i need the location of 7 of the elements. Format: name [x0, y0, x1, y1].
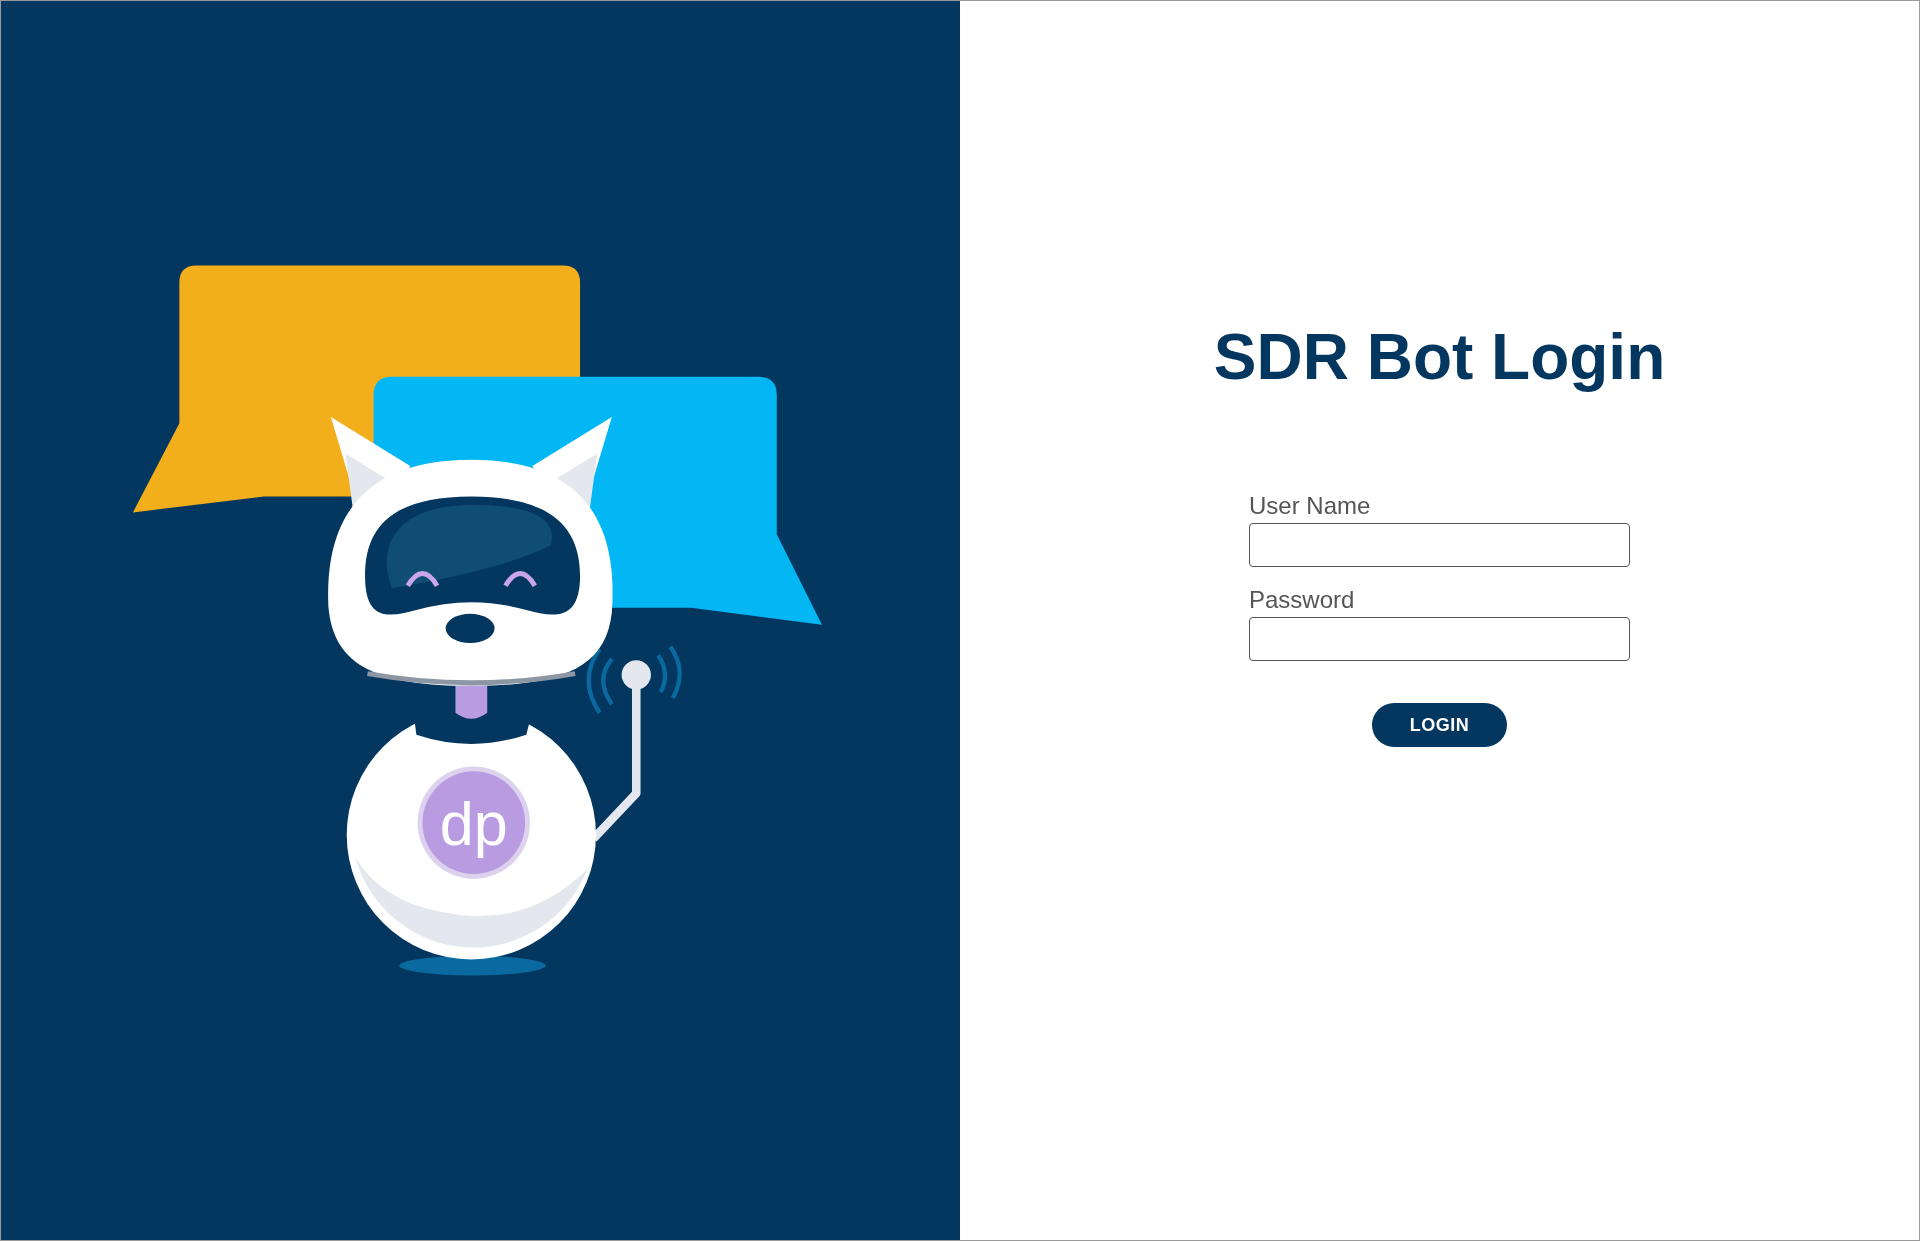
field-label: User Name	[1249, 491, 1372, 521]
logo-text: dp	[439, 789, 508, 858]
login-button[interactable]: LOGIN	[1372, 703, 1507, 747]
field-label: Password	[1249, 585, 1356, 615]
input-field[interactable]	[1249, 617, 1630, 661]
login-title: SDR Bot Login	[1213, 320, 1666, 395]
input-field[interactable]	[1249, 523, 1630, 567]
